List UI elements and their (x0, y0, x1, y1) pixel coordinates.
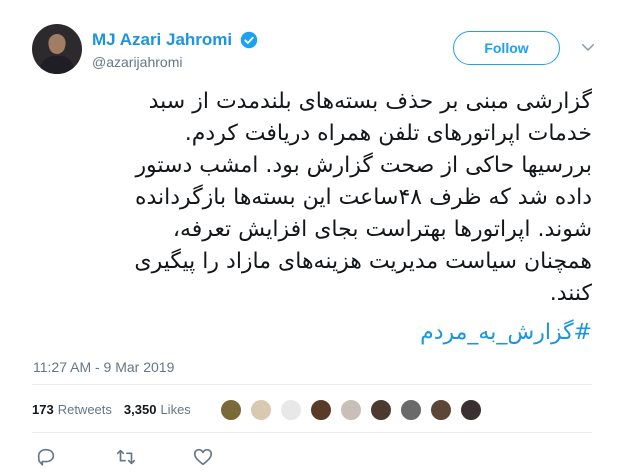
liker-avatar[interactable] (310, 399, 332, 421)
retweets-label: Retweets (57, 401, 112, 417)
retweets-count: 173 (32, 401, 54, 417)
reply-icon[interactable] (35, 446, 57, 468)
tweet-line: شوند. اپراتورها بهتراست بجای افزایش تعرف… (172, 217, 592, 242)
tweet-text: گزارشی مبنی بر حذف بسته‌های بلندمدت از س… (32, 86, 592, 310)
tweet-line: بررسیها حاکی از صحت گزارش بود. امشب دستو… (135, 153, 592, 178)
likes-stat[interactable]: 3,350 Likes (124, 402, 191, 417)
divider (32, 384, 592, 385)
engagement-stats: 173 Retweets 3,350 Likes (32, 397, 203, 421)
retweets-stat[interactable]: 173 Retweets (32, 402, 112, 417)
likes-count: 3,350 (123, 401, 157, 417)
divider (32, 432, 592, 433)
display-name[interactable]: MJ Azari Jahromi (92, 30, 232, 50)
tweet-header: MJ Azari Jahromi @azarijahromi Follow (32, 24, 594, 76)
likes-label: Likes (160, 401, 191, 417)
tweet-line: خدمات اپراتورهای تلفن همراه دریافت کردم. (184, 121, 592, 146)
liker-avatar[interactable] (400, 399, 422, 421)
tweet-card: MJ Azari Jahromi @azarijahromi Follow گز… (0, 0, 617, 473)
liker-avatar[interactable] (250, 399, 272, 421)
retweet-icon[interactable] (115, 446, 137, 468)
verified-badge-icon (240, 31, 258, 48)
tweet-line: کنند. (549, 281, 592, 306)
liker-avatar[interactable] (430, 399, 452, 421)
like-heart-icon[interactable] (192, 446, 214, 468)
user-info[interactable]: MJ Azari Jahromi @azarijahromi (92, 29, 258, 70)
avatar[interactable] (32, 24, 82, 74)
liker-avatar[interactable] (220, 399, 242, 421)
tweet-line: گزارشی مبنی بر حذف بسته‌های بلندمدت از س… (148, 89, 592, 114)
follow-button[interactable]: Follow (453, 31, 560, 65)
chevron-down-icon[interactable] (579, 38, 597, 56)
liker-avatars (220, 399, 490, 421)
tweet-line: همچنان سیاست مدیریت هزینه‌های مازاد را پ… (134, 249, 592, 274)
liker-avatar[interactable] (340, 399, 362, 421)
liker-avatar[interactable] (370, 399, 392, 421)
tweet-line: داده شد که ظرف ۴۸ساعت این بسته‌ها بازگرد… (134, 185, 592, 210)
user-handle[interactable]: @azarijahromi (92, 54, 258, 70)
liker-avatar[interactable] (280, 399, 302, 421)
tweet-timestamp[interactable]: 11:27 AM - 9 Mar 2019 (33, 359, 174, 375)
liker-avatar[interactable] (460, 399, 482, 421)
hashtag-link[interactable]: #گزارش_به_مردم (32, 317, 592, 349)
tweet-actions (32, 446, 332, 470)
